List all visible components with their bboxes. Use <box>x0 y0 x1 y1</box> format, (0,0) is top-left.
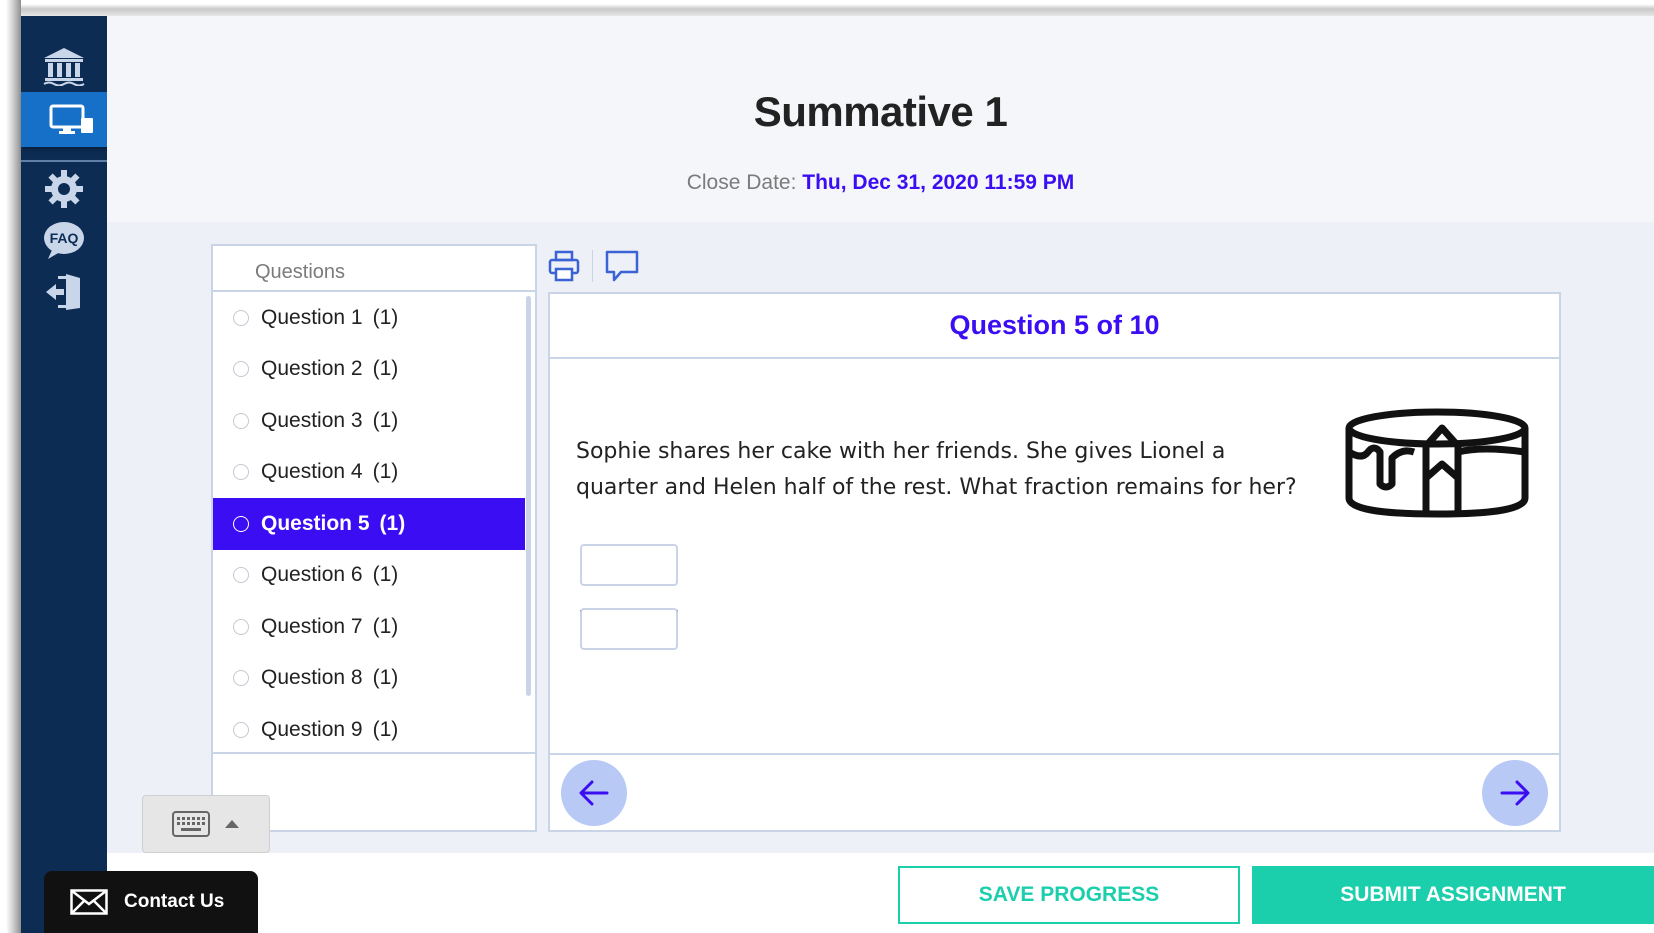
cake-icon <box>1345 408 1529 518</box>
comment-icon[interactable] <box>605 250 639 282</box>
question-item-points: (1) <box>372 305 399 329</box>
radio-icon <box>233 412 249 429</box>
questions-heading: Questions <box>213 246 535 292</box>
close-date-label: Close Date: <box>686 171 797 194</box>
close-date: Close Date: Thu, Dec 31, 2020 11:59 PM <box>107 171 1654 195</box>
question-item-points: (1) <box>372 460 399 484</box>
computer-icon <box>49 104 93 134</box>
institution-icon <box>43 48 85 86</box>
question-toolbar <box>548 248 639 284</box>
questions-panel: Questions Question 1 (1) Question 2 (1) Qu… <box>211 244 537 832</box>
submit-assignment-button[interactable]: SUBMIT ASSIGNMENT <box>1252 866 1654 924</box>
radio-icon <box>233 670 249 687</box>
question-panel-divider <box>550 753 1559 755</box>
question-item-4[interactable]: Question 4 (1) <box>213 447 525 499</box>
radio-icon <box>233 618 249 635</box>
save-progress-button[interactable]: SAVE PROGRESS <box>898 866 1240 924</box>
question-item-label: Question 8 <box>261 666 363 690</box>
question-item-5[interactable]: Question 5 (1) <box>213 498 525 550</box>
svg-text:FAQ: FAQ <box>50 230 79 246</box>
next-question-button[interactable] <box>1482 760 1548 826</box>
question-heading: Question 5 of 10 <box>550 294 1559 359</box>
sidebar-item-logout[interactable] <box>21 266 107 318</box>
question-item-points: (1) <box>372 563 399 587</box>
questions-panel-divider <box>213 752 535 754</box>
keyboard-toggle-button[interactable] <box>142 795 270 853</box>
question-item-8[interactable]: Question 8 (1) <box>213 653 525 705</box>
faq-icon: FAQ <box>44 222 84 259</box>
previous-question-button[interactable] <box>561 760 627 826</box>
page-title: Summative 1 <box>753 88 1008 135</box>
radio-icon <box>233 567 249 584</box>
question-item-points: (1) <box>372 666 399 690</box>
contact-us-button[interactable]: Contact Us <box>44 871 258 933</box>
question-item-label: Question 5 <box>261 511 370 535</box>
question-text: Sophie shares her cake with her friends.… <box>576 439 1297 500</box>
question-item-points: (1) <box>379 511 406 535</box>
sidebar-item-home[interactable] <box>21 40 107 92</box>
question-item-9[interactable]: Question 9 (1) <box>213 704 525 752</box>
question-item-label: Question 2 <box>261 357 363 381</box>
question-list[interactable]: Question 1 (1) Question 2 (1) Question 3 (1… <box>213 292 525 752</box>
question-item-2[interactable]: Question 2 (1) <box>213 344 525 396</box>
question-item-label: Question 6 <box>261 563 363 587</box>
question-item-label: Question 9 <box>261 717 363 741</box>
question-item-label: Question 4 <box>261 460 363 484</box>
question-item-3[interactable]: Question 3 (1) <box>213 395 525 447</box>
toolbar-separator <box>592 250 593 282</box>
close-date-value: Thu, Dec 31, 2020 11:59 PM <box>802 171 1075 194</box>
numerator-input[interactable] <box>580 544 678 586</box>
keyboard-icon <box>172 811 210 837</box>
window-frame-top <box>0 0 1654 16</box>
exit-icon <box>46 274 80 310</box>
radio-icon <box>233 515 249 532</box>
denominator-input[interactable] <box>580 608 678 650</box>
question-item-label: Question 1 <box>261 305 363 329</box>
arrow-left-icon <box>579 780 609 806</box>
assignment-header: Summative 1 Close Date: Thu, Dec 31, 202… <box>107 16 1654 222</box>
radio-icon <box>233 721 249 738</box>
sidebar-item-settings[interactable] <box>21 163 107 215</box>
question-item-1[interactable]: Question 1 (1) <box>213 292 525 344</box>
arrow-right-icon <box>1500 780 1530 806</box>
question-list-scrollbar[interactable] <box>526 296 531 696</box>
caret-up-icon <box>225 820 239 828</box>
question-item-points: (1) <box>372 357 399 381</box>
gear-icon <box>45 170 83 208</box>
print-icon[interactable] <box>548 250 580 282</box>
question-item-label: Question 7 <box>261 614 363 638</box>
question-item-6[interactable]: Question 6 (1) <box>213 550 525 602</box>
envelope-icon <box>70 889 108 915</box>
question-item-label: Question 3 <box>261 408 363 432</box>
contact-us-label: Contact Us <box>124 891 225 912</box>
sidebar-item-faq[interactable]: FAQ <box>21 214 107 266</box>
question-item-7[interactable]: Question 7 (1) <box>213 601 525 653</box>
radio-icon <box>233 361 249 378</box>
sidebar-divider <box>21 160 107 162</box>
radio-icon <box>233 464 249 481</box>
question-item-points: (1) <box>372 717 399 741</box>
question-item-points: (1) <box>372 408 399 432</box>
question-item-points: (1) <box>372 614 399 638</box>
radio-icon <box>233 309 249 326</box>
sidebar: FAQ <box>21 16 122 933</box>
window-frame-left <box>0 0 21 933</box>
question-panel: Question 5 of 10 Sophie shares her cake … <box>548 292 1561 832</box>
